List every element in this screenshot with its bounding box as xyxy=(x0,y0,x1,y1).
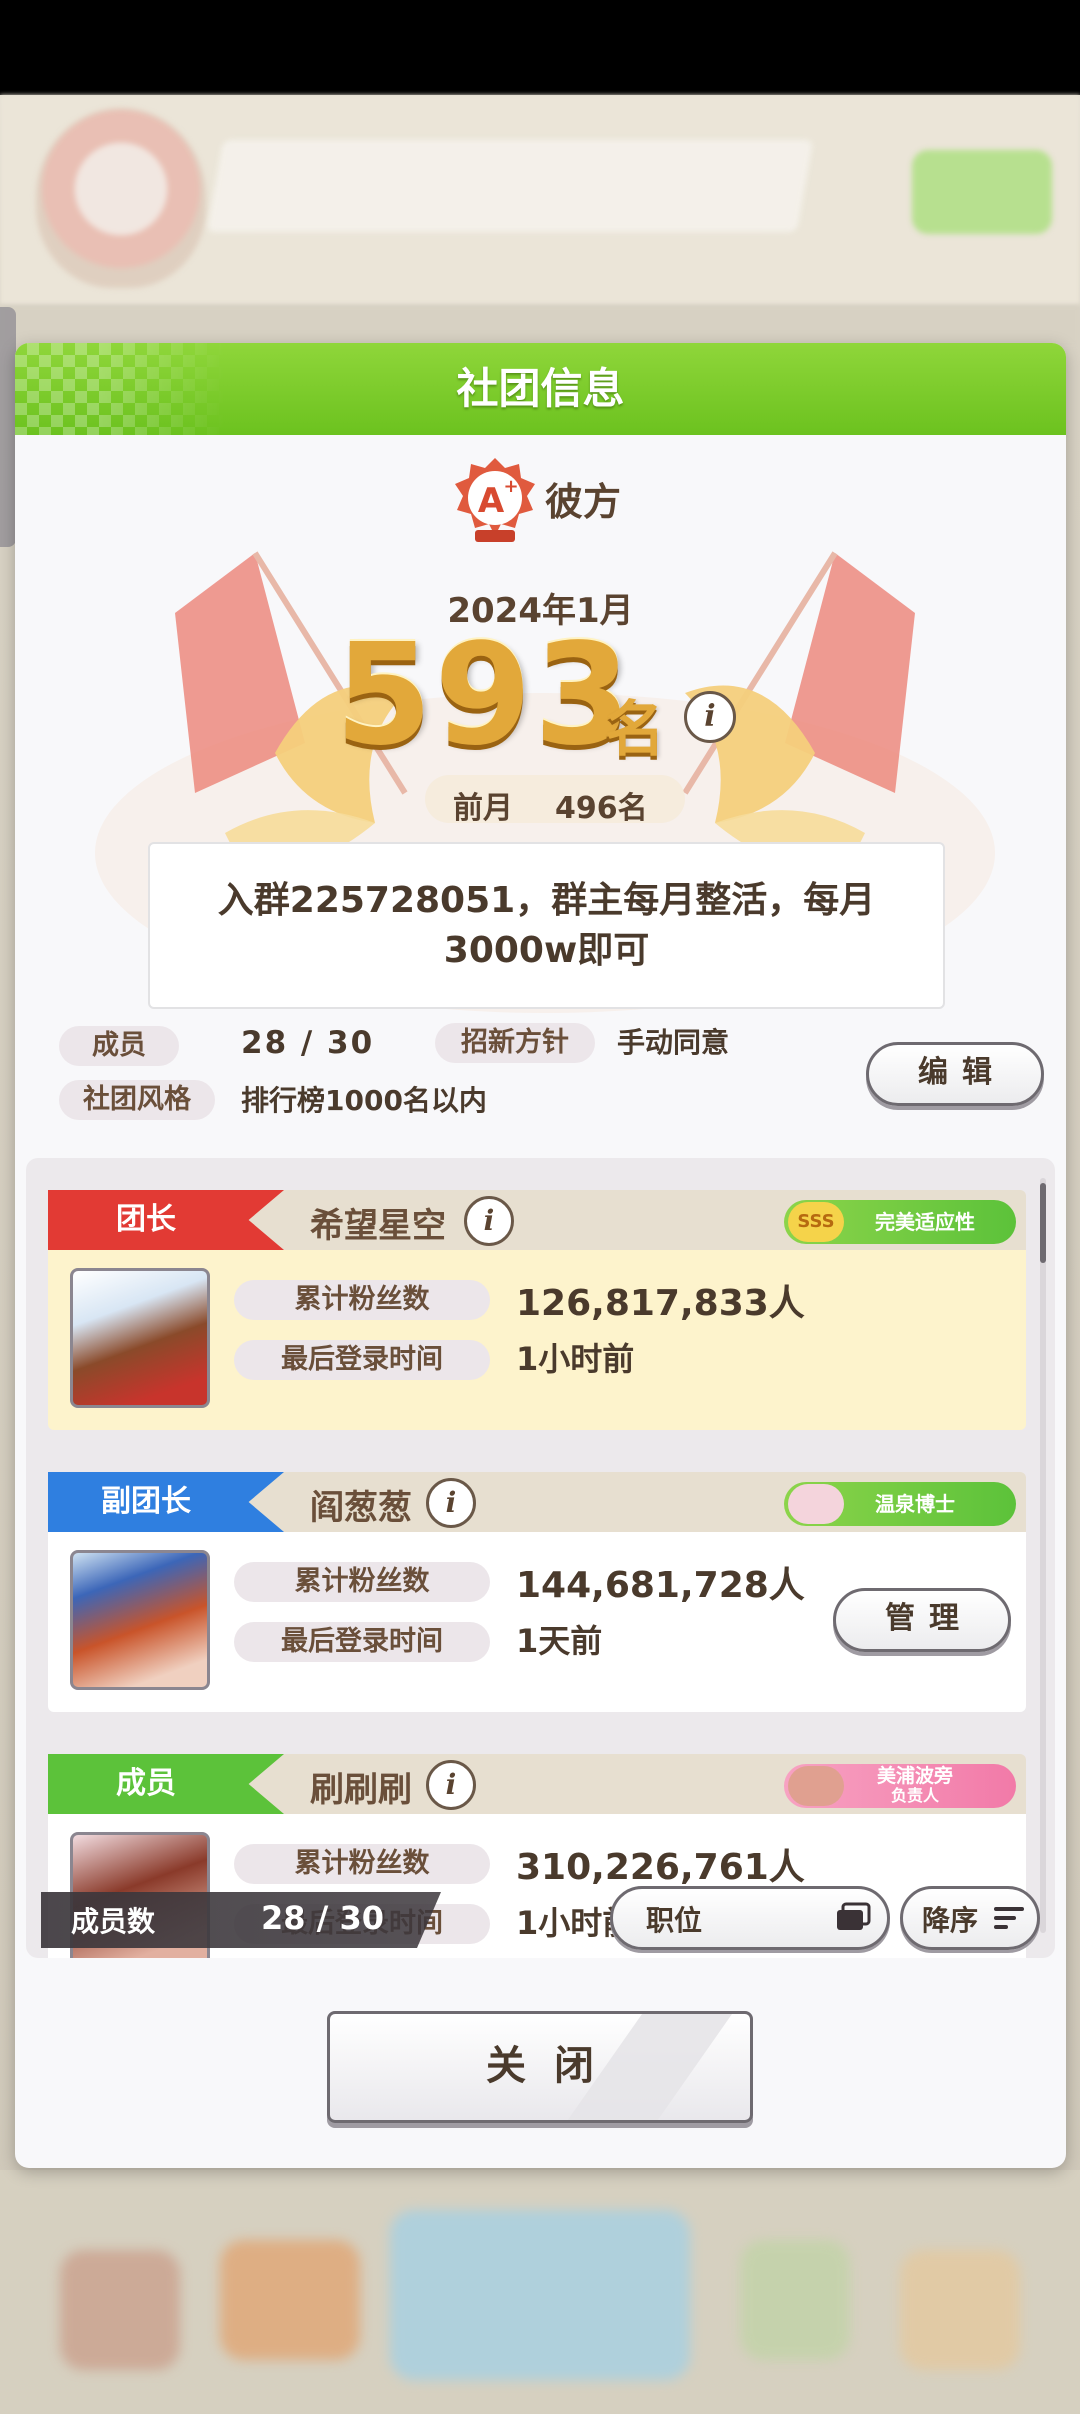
dialog-title: 社团信息 xyxy=(456,364,625,413)
sort-descending-icon xyxy=(994,1907,1024,1929)
club-info-dialog: 社团信息 A + 彼方 2024年1月 593 名 i 前月 496名 入群22… xyxy=(15,343,1066,2168)
member-name: 阎葱葱 xyxy=(310,1488,412,1528)
members-label: 成员 xyxy=(59,1026,179,1066)
member-count-value: 28 / 30 xyxy=(261,1899,385,1937)
members-count: 28 / 30 xyxy=(241,1025,375,1061)
character-badge-icon xyxy=(788,1766,844,1806)
member-body: 累计粉丝数 144,681,728人 最后登录时间 1天前 管理 xyxy=(48,1532,1026,1712)
list-item[interactable]: 团长 希望星空 i SSS 完美适应性 累计粉丝数 126,817,833人 最… xyxy=(48,1190,1026,1430)
member-name: 希望星空 xyxy=(310,1206,446,1246)
manage-button[interactable]: 管理 xyxy=(833,1588,1011,1652)
svg-text:A: A xyxy=(478,481,505,521)
avatar xyxy=(70,1550,210,1690)
rank-unit: 名 xyxy=(605,695,665,765)
fans-label: 累计粉丝数 xyxy=(234,1562,490,1602)
background-green-button xyxy=(912,150,1052,234)
recruit-policy-label: 招新方针 xyxy=(435,1023,595,1063)
member-name: 刷刷刷 xyxy=(310,1770,412,1810)
member-count-label: 成员数 xyxy=(71,1905,156,1938)
status-bar xyxy=(0,0,1080,95)
prev-month-label: 前月 xyxy=(453,791,513,826)
club-style-label: 社团风格 xyxy=(59,1080,215,1120)
role-tag-leader: 团长 xyxy=(48,1190,284,1250)
background-club-emblem xyxy=(36,108,206,288)
left-edge-handle xyxy=(0,307,16,547)
last-login-label: 最后登录时间 xyxy=(234,1340,490,1380)
role-filter-label: 职位 xyxy=(646,1904,703,1937)
filter-window-icon xyxy=(837,1902,871,1930)
edit-button[interactable]: 编辑 xyxy=(866,1042,1044,1106)
background-bottom-nav xyxy=(0,2170,1080,2414)
member-info-icon[interactable]: i xyxy=(426,1760,476,1810)
role-tag-vice-leader: 副团长 xyxy=(48,1472,284,1532)
fans-value: 144,681,728人 xyxy=(516,1565,805,1606)
club-description: 入群225728051，群主每月整活，每月3000w即可 xyxy=(148,842,945,1009)
member-info-icon[interactable]: i xyxy=(464,1196,514,1246)
character-badge-icon xyxy=(788,1484,844,1524)
rank-number: 593 xyxy=(335,614,634,777)
role-tag-member: 成员 xyxy=(48,1754,284,1814)
member-info-icon[interactable]: i xyxy=(426,1478,476,1528)
last-login-value: 1小时前 xyxy=(516,1340,635,1378)
fans-value: 310,226,761人 xyxy=(516,1847,805,1888)
club-name: 彼方 xyxy=(545,480,622,524)
dialog-header: 社团信息 xyxy=(15,343,1066,435)
rank-info-icon[interactable]: i xyxy=(684,691,736,743)
title-badge: SSS 完美适应性 xyxy=(784,1200,1016,1244)
member-list-scrollbar-track[interactable] xyxy=(1040,1178,1046,1933)
fans-value: 126,817,833人 xyxy=(516,1283,805,1324)
fans-label: 累计粉丝数 xyxy=(234,1844,490,1884)
member-body: 累计粉丝数 126,817,833人 最后登录时间 1小时前 xyxy=(48,1250,1026,1430)
title-badge: 温泉博士 xyxy=(784,1482,1016,1526)
last-login-label: 最后登录时间 xyxy=(234,1622,490,1662)
club-style-value: 排行榜1000名以内 xyxy=(241,1084,487,1117)
close-button-label: 关闭 xyxy=(486,2043,622,2089)
title-badge-text: 温泉博士 xyxy=(875,1492,955,1516)
background-tabs xyxy=(0,305,1080,345)
fans-label: 累计粉丝数 xyxy=(234,1280,490,1320)
member-list-scrollbar-thumb[interactable] xyxy=(1040,1183,1046,1263)
close-button[interactable]: 关闭 xyxy=(327,2011,753,2123)
member-list[interactable]: 团长 希望星空 i SSS 完美适应性 累计粉丝数 126,817,833人 最… xyxy=(26,1158,1055,1958)
prev-month-rank: 496名 xyxy=(555,791,648,826)
sss-badge-icon: SSS xyxy=(788,1202,844,1242)
sort-order-label: 降序 xyxy=(922,1904,979,1937)
last-login-value: 1天前 xyxy=(516,1622,603,1660)
svg-text:+: + xyxy=(503,476,518,497)
avatar xyxy=(70,1268,210,1408)
title-badge-text: 完美适应性 xyxy=(875,1210,975,1234)
title-badge: 美浦波旁 负责人 xyxy=(784,1764,1016,1808)
club-rank-emblem-icon: A + xyxy=(455,458,535,542)
list-item[interactable]: 副团长 阎葱葱 i 温泉博士 累计粉丝数 144,681,728人 最后登录时间… xyxy=(48,1472,1026,1712)
recruit-policy-value: 手动同意 xyxy=(617,1026,730,1059)
background-name-bar xyxy=(206,140,814,232)
